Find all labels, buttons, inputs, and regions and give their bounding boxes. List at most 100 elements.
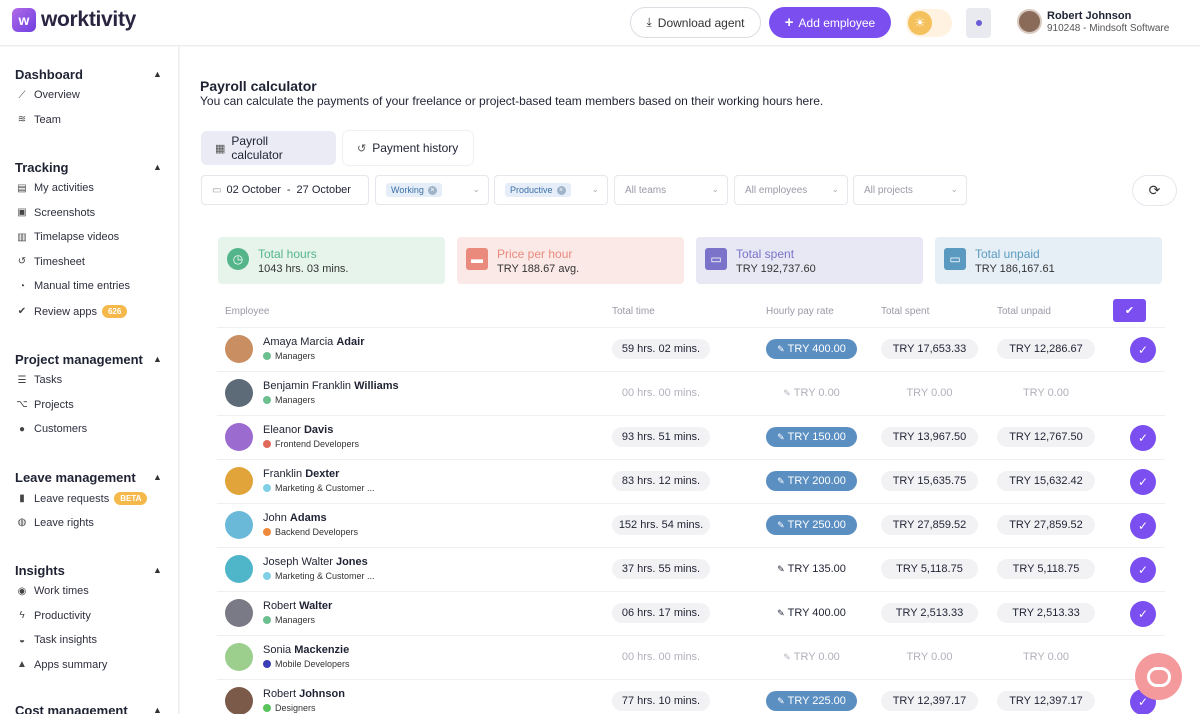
total-unpaid-value: TRY 5,118.75 [1012, 563, 1080, 575]
chat-icon [1146, 666, 1171, 687]
total-spent: TRY 17,653.33 [881, 339, 978, 359]
sidebar-item[interactable]: ◒ Task insights [15, 634, 97, 646]
sidebar-item[interactable]: ◉ Work times [15, 585, 89, 597]
mark-paid-button[interactable]: ✓ [1130, 425, 1156, 451]
sidebar-section-title[interactable]: Dashboard [15, 67, 83, 82]
total-spent-value: TRY 13,967.50 [892, 431, 967, 443]
hourly-rate-button-value: TRY 0.00 [793, 387, 840, 399]
hourly-rate-button[interactable]: ✎ TRY 400.00 [766, 339, 857, 359]
sidebar-item[interactable]: ▥ Timelapse videos [15, 231, 119, 243]
projects-filter[interactable]: All projects ⌄ [853, 175, 967, 205]
hourly-rate-button[interactable]: ✎ TRY 0.00 [766, 647, 857, 667]
sidebar-item[interactable]: ↺ Timesheet [15, 256, 85, 268]
sidebar-item[interactable]: ⟋ Overview [15, 89, 80, 101]
table-row: Amaya Marcia Adair Managers 59 hrs. 02 min… [217, 327, 1165, 371]
sidebar-item[interactable]: ⌥ Projects [15, 399, 74, 411]
mark-paid-button[interactable]: ✓ [1130, 337, 1156, 363]
sidebar-section-title[interactable]: Leave management [15, 470, 136, 485]
sidebar-item[interactable]: ▣ Screenshots [15, 207, 95, 219]
employee-first-name: Robert [263, 688, 297, 700]
date-from: 02 October [226, 184, 281, 196]
total-time: 06 hrs. 17 mins. [612, 603, 710, 623]
productivity-filter[interactable]: Productive × ⌄ [494, 175, 608, 205]
sidebar-item[interactable]: ☰ Tasks [15, 374, 63, 386]
stat-card: ▭ Total spent TRY 192,737.60 [696, 237, 923, 284]
add-employee-label: Add employee [798, 15, 876, 30]
sidebar-item[interactable]: ϟ Productivity [15, 610, 91, 622]
employee-name: Robert Johnson [263, 688, 345, 700]
chevron-up-icon[interactable]: ▲ [153, 162, 162, 172]
mark-paid-button[interactable]: ✓ [1130, 557, 1156, 583]
download-icon: ⤓ [646, 15, 652, 29]
select-all-button[interactable]: ✔ [1113, 299, 1146, 322]
productivity-chip[interactable]: Productive × [505, 183, 571, 197]
sidebar-item[interactable]: ✔ Review apps 626 [15, 305, 128, 318]
hourly-rate-button[interactable]: ✎ TRY 0.00 [766, 383, 857, 403]
chevron-up-icon[interactable]: ▲ [153, 472, 162, 482]
status-chip[interactable]: Working × [386, 183, 442, 197]
employee-name: Robert Walter [263, 600, 332, 612]
chevron-up-icon[interactable]: ▲ [153, 354, 162, 364]
check-circle-icon: ✔ [17, 306, 27, 317]
employee-first-name: Robert [263, 600, 297, 612]
hourly-rate-button[interactable]: ✎ TRY 225.00 [766, 691, 857, 711]
stat-value: TRY 192,737.60 [736, 263, 816, 275]
chat-button[interactable] [1135, 653, 1182, 700]
chevron-up-icon[interactable]: ▲ [153, 565, 162, 575]
chevron-up-icon[interactable]: ▲ [153, 69, 162, 79]
total-unpaid: TRY 12,397.17 [997, 691, 1095, 711]
employee-name: Benjamin Franklin Williams [263, 380, 399, 392]
hourly-rate-button[interactable]: ✎ TRY 250.00 [766, 515, 857, 535]
sidebar-section-title[interactable]: Project management [15, 352, 143, 367]
mark-paid-button[interactable]: ✓ [1130, 513, 1156, 539]
download-agent-label: Download agent [657, 15, 745, 30]
employee-last-name: Johnson [299, 688, 345, 700]
hourly-rate-button[interactable]: ✎ TRY 200.00 [766, 471, 857, 491]
theme-toggle[interactable]: ☀ [906, 9, 952, 37]
employees-filter[interactable]: All employees ⌄ [734, 175, 848, 205]
hourly-rate-button[interactable]: ✎ TRY 150.00 [766, 427, 857, 447]
employee-name: Sonia Mackenzie [263, 644, 349, 656]
sidebar-section-title[interactable]: Cost management [15, 703, 128, 714]
status-filter[interactable]: Working × ⌄ [375, 175, 489, 205]
teams-filter[interactable]: All teams ⌄ [614, 175, 728, 205]
employee-team: Marketing & Customer ... [263, 483, 375, 493]
sidebar-item[interactable]: ▮ Leave requests BETA [15, 492, 148, 505]
tab-payroll-calculator[interactable]: ▦ Payroll calculator [201, 131, 336, 165]
chevron-up-icon[interactable]: ▲ [153, 705, 162, 714]
sidebar-section-title[interactable]: Insights [15, 563, 65, 578]
refresh-button[interactable]: ⟳ [1132, 175, 1177, 206]
image-icon: ▣ [17, 207, 27, 219]
stat-value: 1043 hrs. 03 mins. [258, 263, 349, 275]
hourly-rate-button[interactable]: ✎ TRY 135.00 [766, 559, 857, 579]
sun-icon: ☀ [908, 11, 932, 35]
tab-payment-history[interactable]: ↺ Payment history [343, 131, 473, 165]
sidebar-section-title[interactable]: Tracking [15, 160, 68, 175]
mark-paid-button[interactable]: ✓ [1130, 601, 1156, 627]
sidebar-item-label: Leave rights [34, 516, 94, 529]
sidebar-item[interactable]: ◍ Leave rights [15, 517, 94, 529]
sidebar-item[interactable]: ◔ Manual time entries [15, 280, 130, 292]
hourly-rate-button[interactable]: ✎ TRY 400.00 [766, 603, 857, 623]
hourly-rate-button-value: TRY 150.00 [787, 431, 846, 443]
wallet-icon: ▭ [944, 248, 966, 270]
user-menu[interactable]: Robert Johnson 910248 - Mindsoft Softwar… [1017, 9, 1169, 34]
clock-icon: ◷ [227, 248, 249, 270]
mark-paid-button[interactable]: ✓ [1130, 469, 1156, 495]
remove-chip-icon[interactable]: × [427, 185, 437, 195]
sidebar-item[interactable]: ≋ Team [15, 114, 61, 126]
download-agent-button[interactable]: ⤓ Download agent [630, 7, 761, 38]
sidebar-item[interactable]: ● Customers [15, 423, 87, 435]
sidebar-item[interactable]: ▤ My activities [15, 182, 94, 194]
user-icon: ● [18, 423, 26, 435]
notification-button[interactable] [966, 8, 991, 38]
logo[interactable]: w worktivity [12, 8, 136, 32]
add-employee-button[interactable]: + Add employee [769, 7, 891, 38]
hourly-rate-button-value: TRY 200.00 [787, 475, 846, 487]
total-spent: TRY 0.00 [881, 383, 978, 403]
money-icon: ▬ [466, 248, 488, 270]
remove-chip-icon[interactable]: × [556, 185, 566, 195]
employee-last-name: Adair [336, 336, 365, 348]
sidebar-item[interactable]: ▲ Apps summary [15, 659, 107, 671]
date-range-picker[interactable]: ▭ 02 October - 27 October [201, 175, 369, 205]
